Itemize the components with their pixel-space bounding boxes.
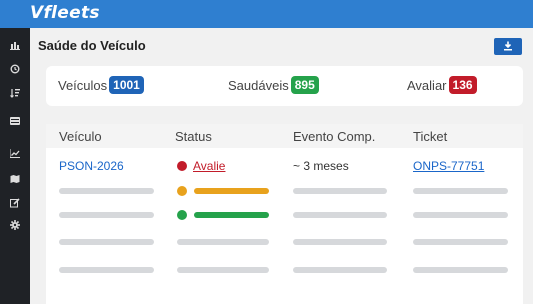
placeholder-bar [177, 239, 269, 245]
placeholder-bar [293, 188, 387, 194]
status-green-dot [177, 210, 187, 220]
placeholder-bar [413, 239, 508, 245]
download-icon [503, 38, 513, 56]
sort-icon[interactable] [0, 82, 30, 104]
placeholder-bar [293, 239, 387, 245]
download-button[interactable] [494, 38, 522, 55]
status-amber-dot [177, 186, 187, 196]
vehicles-count-badge: 1001 [109, 76, 144, 94]
summary-vehicles[interactable]: Veículos 1001 [58, 76, 144, 94]
status-link[interactable]: Avalie [193, 159, 225, 173]
vehicles-label: Veículos [58, 77, 108, 93]
evaluate-label: Avaliar [407, 77, 447, 93]
sidebar [0, 28, 30, 304]
evaluate-count-badge: 136 [448, 76, 477, 94]
header-vehicle[interactable]: Veículo [59, 129, 102, 144]
header-event[interactable]: Evento Comp. [293, 129, 375, 144]
table-row[interactable]: PSON-2026 Avalie ~ 3 meses ONPS-77751 [46, 156, 523, 174]
table-row [46, 182, 523, 200]
placeholder-bar [413, 212, 508, 218]
edit-icon[interactable] [0, 192, 30, 214]
top-bar: Vfleets [0, 0, 533, 28]
summary-healthy[interactable]: Saudáveis 895 [228, 76, 319, 94]
status-bar-green [194, 212, 269, 218]
summary-panel: Veículos 1001 Saudáveis 895 Avaliar 136 [46, 66, 523, 106]
page-title: Saúde do Veículo [38, 38, 146, 53]
app-window: Vfleets Saúde do Veículo Veículos 1001 S… [0, 0, 533, 304]
header-ticket[interactable]: Ticket [413, 129, 447, 144]
placeholder-bar [413, 188, 508, 194]
healthy-count-badge: 895 [290, 76, 319, 94]
app-logo[interactable]: Vfleets [30, 3, 100, 23]
settings-icon[interactable] [0, 214, 30, 236]
line-chart-icon[interactable] [0, 142, 30, 164]
placeholder-bar [59, 267, 154, 273]
placeholder-bar [59, 188, 154, 194]
vehicle-table: Veículo Status Evento Comp. Ticket PSON-… [46, 124, 523, 304]
vehicle-link[interactable]: PSON-2026 [59, 159, 124, 173]
status-red-dot [177, 161, 187, 171]
header-status[interactable]: Status [175, 129, 212, 144]
table-row [46, 233, 523, 251]
main-content: Saúde do Veículo Veículos 1001 Saudáveis… [30, 28, 533, 304]
map-icon[interactable] [0, 168, 30, 190]
table-header: Veículo Status Evento Comp. Ticket [46, 124, 523, 148]
table-row [46, 206, 523, 224]
summary-evaluate[interactable]: Avaliar 136 [407, 76, 477, 94]
placeholder-bar [177, 267, 269, 273]
ticket-link[interactable]: ONPS-77751 [413, 159, 484, 173]
placeholder-bar [293, 267, 387, 273]
status-bar-amber [194, 188, 269, 194]
event-value: ~ 3 meses [293, 159, 349, 173]
healthy-label: Saudáveis [228, 77, 289, 93]
placeholder-bar [59, 239, 154, 245]
table-row [46, 261, 523, 279]
placeholder-bar [293, 212, 387, 218]
history-icon[interactable] [0, 58, 30, 80]
placeholder-bar [413, 267, 508, 273]
chart-icon[interactable] [0, 34, 30, 56]
placeholder-bar [59, 212, 154, 218]
list-icon[interactable] [0, 110, 30, 132]
